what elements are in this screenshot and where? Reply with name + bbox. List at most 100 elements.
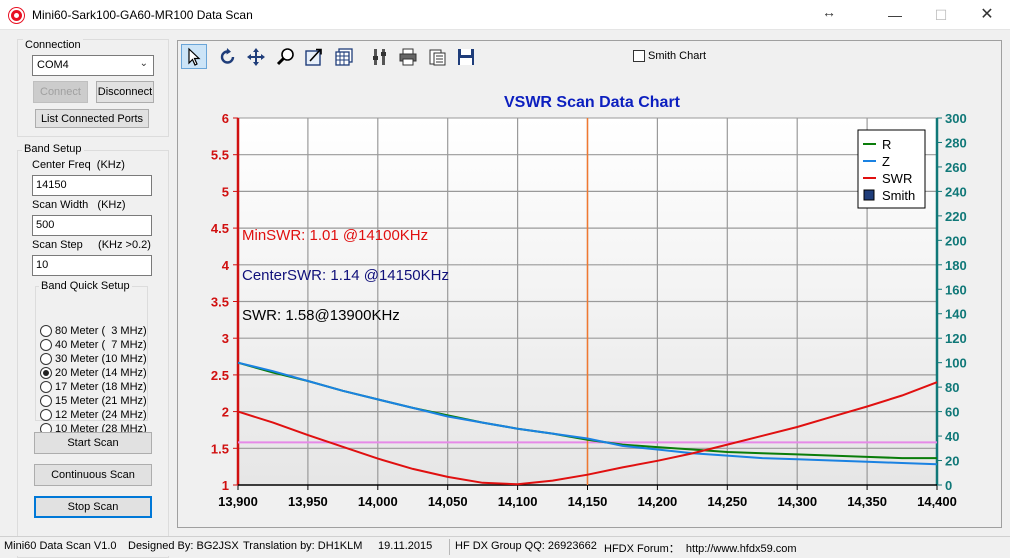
zoom-tool-button[interactable] (273, 44, 299, 69)
center-freq-input[interactable]: 14150 (32, 175, 152, 196)
y-right-tick-label: 0 (945, 478, 952, 493)
band-option-label: 80 Meter ( 3 MHz) (55, 325, 147, 337)
save-tool-button[interactable] (453, 44, 479, 69)
x-tick-label: 14,200 (638, 494, 678, 509)
legend-label: Z (882, 154, 890, 169)
zoom-area-icon (305, 48, 322, 66)
y-right-tick-label: 220 (945, 209, 967, 224)
pan-icon (247, 47, 265, 66)
chevron-down-icon: ⌄ (139, 58, 148, 69)
band-option-label: 20 Meter (14 MHz) (55, 367, 147, 379)
band-option[interactable]: 17 Meter (18 MHz) (40, 380, 147, 394)
band-radio[interactable] (40, 367, 52, 379)
center-freq-label: Center Freq (KHz) (32, 159, 125, 171)
pointer-tool-button[interactable] (181, 44, 207, 69)
smith-chart-label: Smith Chart (648, 50, 707, 62)
zoom-icon (276, 47, 294, 65)
scan-step-input[interactable]: 10 (32, 255, 152, 276)
band-option-label: 15 Meter (21 MHz) (55, 395, 147, 407)
scan-width-label: Scan Width (KHz) (32, 199, 126, 211)
x-tick-label: 14,300 (777, 494, 817, 509)
y-right-tick-label: 160 (945, 282, 967, 297)
y-left-tick-label: 4 (222, 258, 230, 273)
undo-icon (220, 47, 235, 64)
y-left-tick-label: 3.5 (211, 295, 229, 310)
min-swr-annotation: MinSWR: 1.01 @14100KHz (242, 227, 428, 244)
chart-toolbar: Smith Chart (178, 41, 1001, 73)
connect-button[interactable]: Connect (33, 81, 88, 103)
settings-tool-button[interactable] (367, 44, 393, 69)
y-right-tick-label: 100 (945, 356, 967, 371)
y-left-tick-label: 5.5 (211, 148, 229, 163)
control-panel: Connection COM4 ⌄ Connect Disconnect Lis… (0, 31, 176, 558)
band-option[interactable]: 30 Meter (10 MHz) (40, 352, 147, 366)
x-tick-label: 14,050 (428, 494, 468, 509)
band-radio[interactable] (40, 325, 52, 337)
x-tick-label: 13,900 (218, 494, 258, 509)
y-right-tick-label: 300 (945, 111, 967, 126)
y-left-tick-label: 2.5 (211, 368, 229, 383)
band-option-label: 30 Meter (10 MHz) (55, 353, 147, 365)
continuous-scan-button[interactable]: Continuous Scan (34, 464, 152, 486)
y-right-tick-label: 200 (945, 233, 967, 248)
band-option[interactable]: 80 Meter ( 3 MHz) (40, 324, 147, 338)
status-translator: Translation by: DH1KLM (243, 540, 363, 552)
y-left-tick-label: 1.5 (211, 441, 229, 456)
scan-width-input[interactable]: 500 (32, 215, 152, 236)
com-port-select[interactable]: COM4 ⌄ (32, 55, 154, 76)
com-port-value: COM4 (37, 59, 69, 71)
center-swr-annotation: CenterSWR: 1.14 @14150KHz (242, 267, 449, 284)
band-option[interactable]: 20 Meter (14 MHz) (40, 366, 147, 380)
close-button[interactable]: ✕ (964, 0, 1010, 30)
band-radio[interactable] (40, 381, 52, 393)
scan-step-label: Scan Step (KHz >0.2) (32, 239, 151, 251)
export-tool-button[interactable] (424, 44, 450, 69)
band-radio[interactable] (40, 395, 52, 407)
x-tick-label: 14,150 (568, 494, 608, 509)
band-option-label: 12 Meter (24 MHz) (55, 409, 147, 421)
settings-icon (373, 48, 386, 65)
pan-tool-button[interactable] (243, 44, 269, 69)
start-scan-button[interactable]: Start Scan (34, 432, 152, 454)
y-right-tick-label: 180 (945, 258, 967, 273)
window-title: Mini60-Sark100-GA60-MR100 Data Scan (32, 8, 253, 22)
x-tick-label: 13,950 (288, 494, 328, 509)
status-designer: Designed By: BG2JSX (128, 540, 239, 552)
zoom-area-tool-button[interactable] (301, 44, 327, 69)
stop-scan-button[interactable]: Stop Scan (34, 496, 152, 518)
app-icon (9, 8, 24, 23)
maximize-button[interactable]: ☐ (918, 0, 964, 30)
band-option[interactable]: 15 Meter (21 MHz) (40, 394, 147, 408)
smith-chart-checkbox[interactable] (633, 50, 645, 62)
band-radio[interactable] (40, 339, 52, 351)
band-option[interactable]: 12 Meter (24 MHz) (40, 408, 147, 422)
export-icon (429, 49, 446, 65)
status-group: HF DX Group QQ: 26923662 (455, 540, 597, 552)
print-icon (399, 48, 417, 65)
band-radio[interactable] (40, 353, 52, 365)
data-table-tool-button[interactable] (331, 44, 357, 69)
list-ports-button[interactable]: List Connected Ports (35, 109, 149, 128)
chart-panel: Smith Chart VSWR Scan Data Chart 13,900 13… (177, 40, 1002, 528)
y-left-tick-label: 2 (222, 405, 229, 420)
band-option[interactable]: 40 Meter ( 7 MHz) (40, 338, 147, 352)
y-right-tick-label: 20 (945, 454, 959, 469)
connection-group-label: Connection (23, 39, 83, 51)
band-option-label: 17 Meter (18 MHz) (55, 381, 147, 393)
swr-annotation: SWR: 1.58@13900KHz (242, 307, 400, 324)
band-quick-setup-label: Band Quick Setup (39, 280, 132, 292)
undo-tool-button[interactable] (215, 44, 241, 69)
legend-label: R (882, 137, 891, 152)
y-right-tick-label: 120 (945, 331, 967, 346)
y-left-tick-label: 1 (222, 478, 229, 493)
smith-chart-toggle[interactable]: Smith Chart (633, 50, 706, 62)
disconnect-button[interactable]: Disconnect (96, 81, 154, 103)
legend-swatch-smith (863, 189, 875, 201)
y-right-tick-label: 260 (945, 160, 967, 175)
band-option-label: 40 Meter ( 7 MHz) (55, 339, 147, 351)
band-radio[interactable] (40, 409, 52, 421)
print-tool-button[interactable] (395, 44, 421, 69)
y-right-tick-label: 60 (945, 405, 959, 420)
y-right-tick-label: 280 (945, 135, 967, 150)
minimize-button[interactable]: — (872, 0, 918, 30)
